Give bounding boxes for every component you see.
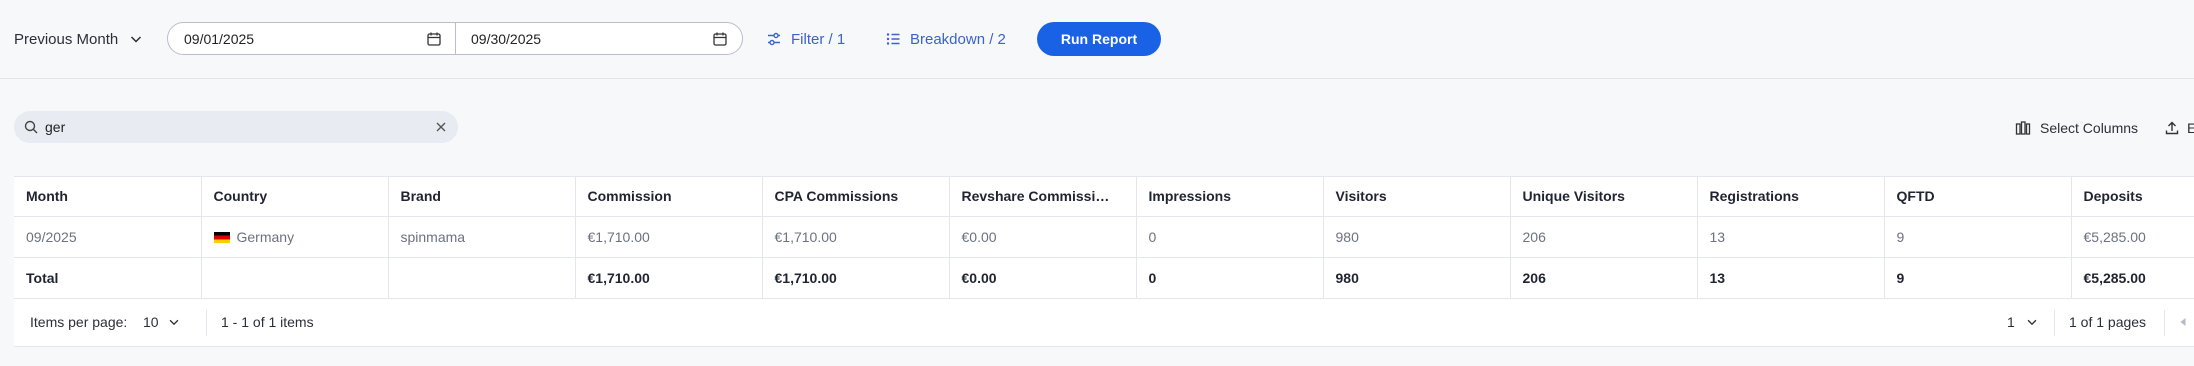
- cell-visitors: 980: [1323, 216, 1511, 258]
- date-from-field[interactable]: 09/01/2025: [167, 22, 457, 55]
- total-label: Total: [14, 257, 202, 299]
- total-impressions: 0: [1136, 257, 1324, 299]
- date-to-field[interactable]: 09/30/2025: [455, 22, 743, 55]
- filter-button[interactable]: Filter / 1: [766, 22, 845, 56]
- column-header-brand[interactable]: Brand: [388, 177, 576, 217]
- total-registrations: 13: [1697, 257, 1885, 299]
- pager-divider: [206, 310, 207, 336]
- column-header-commission[interactable]: Commission: [575, 177, 763, 217]
- total-qftd: 9: [1884, 257, 2072, 299]
- pager-divider: [2054, 310, 2055, 336]
- chevron-down-icon: [131, 36, 142, 43]
- search-icon: [24, 120, 38, 134]
- items-per-page-select[interactable]: 10: [143, 314, 181, 330]
- list-icon: [886, 33, 900, 45]
- calendar-icon[interactable]: [712, 31, 728, 47]
- period-label: Previous Month: [14, 30, 119, 48]
- total-cpa-commissions: €1,710.00: [762, 257, 950, 299]
- cell-month: 09/2025: [14, 216, 202, 258]
- cell-commission: €1,710.00: [575, 216, 763, 258]
- column-header-visitors[interactable]: Visitors: [1323, 177, 1511, 217]
- items-range-text: 1 - 1 of 1 items: [221, 314, 314, 330]
- select-columns-button[interactable]: Select Columns: [2015, 112, 2138, 144]
- column-header-revshare-commissions[interactable]: Revshare Commissi…: [949, 177, 1137, 217]
- chevron-down-icon: [2027, 319, 2037, 326]
- total-brand-empty: [388, 257, 576, 299]
- export-button[interactable]: E: [2164, 112, 2194, 144]
- column-header-qftd[interactable]: QFTD: [1884, 177, 2072, 217]
- period-select[interactable]: Previous Month: [14, 22, 144, 56]
- breakdown-button[interactable]: Breakdown / 2: [885, 22, 1006, 56]
- total-country-empty: [201, 257, 389, 299]
- cell-deposits: €5,285.00: [2071, 216, 2194, 258]
- cell-registrations: 13: [1697, 216, 1885, 258]
- search-box: [14, 111, 458, 143]
- column-header-cpa-commissions[interactable]: CPA Commissions: [762, 177, 950, 217]
- run-report-button[interactable]: Run Report: [1037, 22, 1161, 56]
- date-to-value: 09/30/2025: [471, 30, 542, 47]
- pager-divider: [2164, 310, 2165, 336]
- sliders-icon: [768, 32, 780, 46]
- germany-flag-icon: [213, 231, 230, 243]
- cell-cpa-commissions: €1,710.00: [762, 216, 950, 258]
- total-revshare-commissions: €0.00: [949, 257, 1137, 299]
- column-header-country[interactable]: Country: [201, 177, 389, 217]
- column-header-registrations[interactable]: Registrations: [1697, 177, 1885, 217]
- column-header-unique-visitors[interactable]: Unique Visitors: [1510, 177, 1698, 217]
- cell-revshare-commissions: €0.00: [949, 216, 1137, 258]
- columns-icon: [2015, 121, 2031, 135]
- country-name: Germany: [236, 228, 295, 245]
- report-table: Month Country Brand Commission CPA Commi…: [14, 177, 2194, 299]
- filter-label: Filter / 1: [791, 30, 846, 48]
- page-select[interactable]: 1: [2007, 314, 2039, 330]
- chevron-down-icon: [169, 319, 178, 326]
- pages-count-text: 1 of 1 pages: [2069, 314, 2147, 330]
- total-visitors: 980: [1323, 257, 1511, 299]
- items-per-page-value: 10: [143, 314, 159, 330]
- export-label: E: [2187, 120, 2194, 136]
- total-deposits: €5,285.00: [2071, 257, 2194, 299]
- upload-icon: [2165, 121, 2179, 135]
- report-toolbar: Previous Month 09/01/2025 09/30/2025 Fil…: [0, 0, 2194, 79]
- clear-search-icon[interactable]: [434, 120, 448, 134]
- breakdown-label: Breakdown / 2: [910, 30, 1006, 48]
- cell-unique-visitors: 206: [1510, 216, 1698, 258]
- cell-qftd: 9: [1884, 216, 2072, 258]
- cell-country: Germany: [201, 216, 389, 258]
- total-row: Total €1,710.00 €1,710.00 €0.00 0 980 20…: [14, 257, 2194, 299]
- column-header-impressions[interactable]: Impressions: [1136, 177, 1324, 217]
- date-from-value: 09/01/2025: [184, 30, 255, 47]
- total-commission: €1,710.00: [575, 257, 763, 299]
- pagination-bar: Items per page: 10 1 - 1 of 1 items 1 1 …: [14, 300, 2194, 347]
- calendar-icon[interactable]: [426, 31, 442, 47]
- items-per-page-label: Items per page:: [30, 314, 128, 330]
- column-header-deposits[interactable]: Deposits: [2071, 177, 2194, 217]
- cell-brand: spinmama: [388, 216, 576, 258]
- table-row: 09/2025 Germany spinmama €1,710.00 €1,71…: [14, 216, 2194, 258]
- previous-page-icon[interactable]: [2176, 315, 2190, 329]
- select-columns-label: Select Columns: [2040, 120, 2139, 136]
- current-page-value: 1: [2007, 314, 2015, 330]
- total-unique-visitors: 206: [1510, 257, 1698, 299]
- table-header-row: Month Country Brand Commission CPA Commi…: [14, 177, 2194, 217]
- column-header-month[interactable]: Month: [14, 177, 202, 217]
- cell-impressions: 0: [1136, 216, 1324, 258]
- search-input[interactable]: [45, 117, 425, 137]
